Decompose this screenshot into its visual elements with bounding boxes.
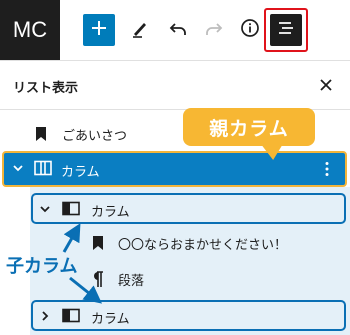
list-view-button[interactable] — [270, 14, 302, 46]
panel-title: リスト表示 — [13, 81, 79, 96]
list-item[interactable]: 段落 — [30, 262, 350, 296]
list-view-highlight — [264, 8, 308, 52]
tools-button[interactable] — [124, 14, 156, 46]
list-item[interactable]: カラム — [31, 193, 346, 224]
list-item-label: カラム — [61, 165, 100, 180]
list-item[interactable]: カラム — [31, 300, 346, 331]
parent-column-callout: 親カラム — [183, 108, 315, 146]
close-icon — [319, 77, 333, 96]
redo-button[interactable] — [198, 14, 230, 46]
chevron-down-icon[interactable] — [12, 162, 24, 174]
plus-icon — [90, 19, 108, 41]
child-column-label: 子カラム — [6, 256, 78, 277]
chevron-right-icon[interactable] — [39, 310, 51, 322]
undo-button[interactable] — [162, 14, 194, 46]
list-item[interactable]: 〇〇ならおまかせください！ — [30, 226, 350, 260]
close-panel-button[interactable] — [316, 76, 336, 96]
list-view-panel-header: リスト表示 — [0, 60, 350, 110]
site-logo[interactable]: MC — [0, 0, 60, 60]
bookmark-icon — [91, 235, 105, 251]
editor-toolbar: MC — [0, 0, 350, 60]
redo-icon — [204, 18, 224, 42]
bookmark-icon — [34, 126, 48, 142]
column-icon — [62, 201, 80, 216]
columns-icon — [34, 160, 52, 176]
parent-column-callout-tail — [260, 144, 286, 160]
more-options-icon[interactable] — [324, 161, 330, 177]
list-item-label: 〇〇ならおまかせください！ — [118, 238, 288, 253]
list-item-label: 段落 — [118, 274, 145, 289]
list-item-label: カラム — [91, 312, 130, 327]
details-button[interactable] — [234, 14, 266, 46]
add-block-button[interactable] — [83, 14, 115, 46]
info-icon — [240, 18, 260, 42]
column-icon — [62, 308, 80, 323]
undo-icon — [168, 18, 188, 42]
chevron-down-icon[interactable] — [39, 203, 51, 215]
paragraph-icon — [91, 270, 105, 288]
pencil-icon — [130, 18, 150, 42]
list-item-label: ごあいさつ — [62, 129, 128, 144]
list-item-label: カラム — [91, 205, 130, 220]
list-view-icon — [276, 18, 296, 42]
list-item-selected[interactable]: カラム — [2, 151, 347, 187]
